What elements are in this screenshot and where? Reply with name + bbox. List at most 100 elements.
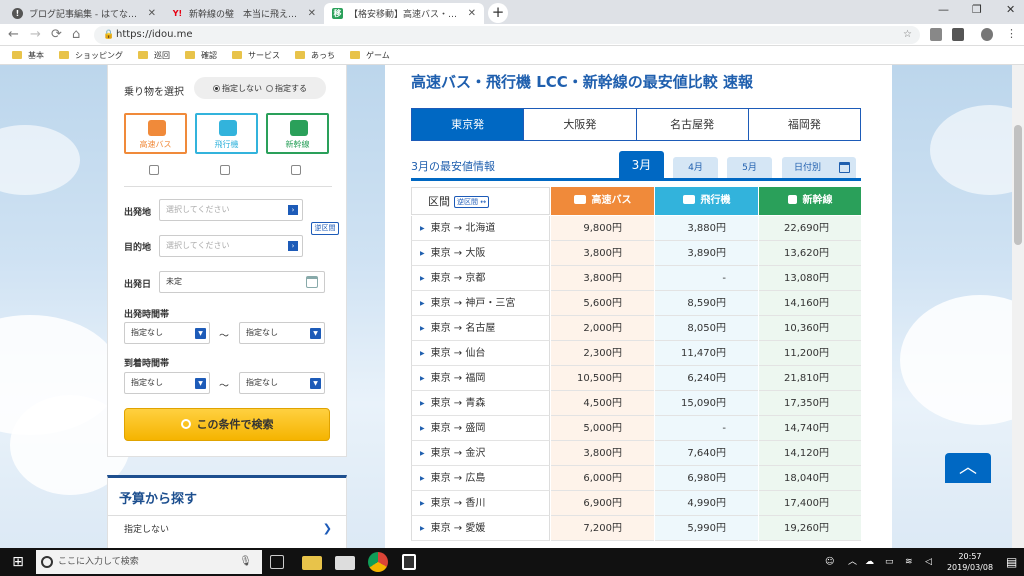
table-row[interactable]: 東京 → 仙台2,300円11,470円11,200円: [411, 341, 861, 366]
tab-osaka[interactable]: 大阪発: [523, 109, 636, 140]
bookmark-star-icon[interactable]: ☆: [903, 26, 912, 44]
tab-title: ブログ記事編集 - はてなブログ: [29, 10, 144, 20]
table-row[interactable]: 東京 → 青森4,500円15,090円17,350円: [411, 391, 861, 416]
table-row[interactable]: 東京 → 香川6,900円4,990円17,400円: [411, 491, 861, 516]
extension-icon[interactable]: [930, 28, 942, 41]
wifi-icon[interactable]: ≋: [905, 548, 913, 576]
table-row[interactable]: 東京 → 広島6,000円6,980円18,040円: [411, 466, 861, 491]
bookmark-folder[interactable]: ゲーム: [350, 50, 390, 61]
airplane-icon: [219, 120, 237, 136]
bookmark-folder[interactable]: 基本: [12, 50, 44, 61]
home-icon[interactable]: ⌂: [72, 27, 80, 42]
microphone-icon[interactable]: 🎙: [239, 550, 252, 574]
chevron-up-icon[interactable]: ︿: [848, 548, 857, 576]
tab-month-march[interactable]: 3月: [619, 151, 664, 179]
bookmark-folder[interactable]: 確認: [185, 50, 217, 61]
browser-tab-idou[interactable]: 移 【格安移動】高速バス・飛行機・LCC・新幹線 ✕: [324, 3, 484, 24]
new-tab-button[interactable]: +: [488, 3, 508, 23]
table-row[interactable]: 東京 → 福岡10,500円6,240円21,810円: [411, 366, 861, 391]
swap-route-button[interactable]: 逆区間: [311, 222, 339, 235]
shinkansen-price-cell: 19,260円: [759, 516, 861, 541]
shinkansen-price-cell: 13,620円: [759, 241, 861, 266]
windows-start-icon[interactable]: ⊞: [0, 548, 36, 576]
bookmark-folder[interactable]: サービス: [232, 50, 280, 61]
yahoo-icon: Y!: [172, 9, 183, 18]
table-row[interactable]: 東京 → 金沢3,800円7,640円14,120円: [411, 441, 861, 466]
menu-kebab-icon[interactable]: ⋮: [1006, 27, 1017, 40]
search-button[interactable]: この条件で検索: [124, 408, 330, 441]
tab-by-date[interactable]: 日付別: [782, 157, 856, 179]
tab-nagoya[interactable]: 名古屋発: [635, 109, 748, 140]
battery-icon[interactable]: ▭: [885, 548, 894, 576]
depart-time-from-select[interactable]: 指定なし ▼: [124, 322, 210, 344]
scroll-to-top-button[interactable]: ︿: [945, 453, 991, 483]
file-explorer-icon[interactable]: [302, 556, 322, 570]
close-icon[interactable]: ✕: [308, 8, 316, 19]
scrollbar-thumb[interactable]: [1014, 125, 1022, 245]
window-close-icon[interactable]: ✕: [1006, 3, 1015, 16]
taskbar-search[interactable]: ここに入力して検索 🎙: [36, 550, 262, 574]
tab-month-may[interactable]: 5月: [727, 157, 772, 179]
tab-tokyo[interactable]: 東京発: [412, 109, 524, 140]
table-row[interactable]: 東京 → 京都3,800円-13,080円: [411, 266, 861, 291]
close-icon[interactable]: ✕: [148, 8, 156, 19]
back-icon[interactable]: ←: [8, 27, 19, 42]
depart-time-to-select[interactable]: 指定なし ▼: [239, 322, 325, 344]
page-scrollbar[interactable]: [1012, 65, 1024, 548]
bus-price-cell: 9,800円: [551, 216, 654, 241]
minimize-icon[interactable]: —: [938, 3, 949, 16]
task-view-icon[interactable]: [270, 555, 284, 569]
cloud-icon[interactable]: ☁: [865, 548, 874, 576]
forward-icon[interactable]: →: [30, 27, 41, 42]
mode-bus[interactable]: 高速バス: [124, 113, 187, 154]
bookmark-folder[interactable]: ショッピング: [59, 50, 123, 61]
profile-avatar[interactable]: [981, 28, 993, 41]
table-row[interactable]: 東京 → 愛媛7,200円5,990円19,260円: [411, 516, 861, 541]
reload-icon[interactable]: ⟳: [51, 27, 62, 42]
budget-option[interactable]: 指定しない: [124, 522, 169, 535]
mode-plane[interactable]: 飛行機: [195, 113, 258, 154]
mode-shinkansen[interactable]: 新幹線: [266, 113, 329, 154]
radio-unspecified[interactable]: [213, 84, 220, 92]
bus-checkbox[interactable]: [149, 165, 159, 175]
tab-fukuoka[interactable]: 福岡発: [747, 109, 860, 140]
bookmark-folder[interactable]: あっち: [295, 50, 335, 61]
bookmark-label: 基本: [28, 50, 44, 60]
plane-checkbox[interactable]: [220, 165, 230, 175]
route-cell: 東京 → 香川: [411, 491, 550, 516]
arrive-time-to-select[interactable]: 指定なし ▼: [239, 372, 325, 394]
close-icon[interactable]: ✕: [468, 8, 476, 19]
chevron-right-icon[interactable]: ❯: [323, 522, 332, 535]
table-row[interactable]: 東京 → 名古屋2,000円8,050円10,360円: [411, 316, 861, 341]
shield-icon[interactable]: [402, 554, 416, 570]
address-bar[interactable]: 🔒 https://idou.me ☆: [94, 26, 920, 44]
date-input[interactable]: 未定: [159, 271, 325, 293]
volume-icon[interactable]: ◁: [925, 548, 932, 576]
clock-date: 2019/03/08: [946, 563, 994, 572]
taskbar-clock[interactable]: 20:57 2019/03/08: [940, 551, 1000, 573]
calendar-icon[interactable]: [306, 276, 318, 288]
table-row[interactable]: 東京 → 大阪3,800円3,890円13,620円: [411, 241, 861, 266]
chrome-icon[interactable]: [368, 552, 388, 572]
shinkansen-price-cell: 17,400円: [759, 491, 861, 516]
tab-month-april[interactable]: 4月: [673, 157, 718, 179]
table-row[interactable]: 東京 → 北海道9,800円3,880円22,690円: [411, 216, 861, 241]
dest-select[interactable]: 選択してください ›: [159, 235, 303, 257]
browser-tab-yahoo[interactable]: Y! 新幹線の璧 本当に飛えなければいけない ✕: [164, 3, 324, 24]
arrive-time-from-select[interactable]: 指定なし ▼: [124, 372, 210, 394]
reverse-route-button[interactable]: 逆区間 ↔: [454, 196, 490, 208]
download-icon[interactable]: [952, 28, 964, 41]
bookmark-folder[interactable]: 巡回: [138, 50, 170, 61]
browser-tab-hatena[interactable]: ! ブログ記事編集 - はてなブログ ✕: [4, 3, 164, 24]
shinkansen-checkbox[interactable]: [291, 165, 301, 175]
table-row[interactable]: 東京 → 盛岡5,000円-14,740円: [411, 416, 861, 441]
maximize-icon[interactable]: ❐: [972, 3, 982, 16]
origin-select[interactable]: 選択してください ›: [159, 199, 303, 221]
route-cell: 東京 → 愛媛: [411, 516, 550, 541]
table-row[interactable]: 東京 → 神戸・三宮5,600円8,590円14,160円: [411, 291, 861, 316]
people-icon[interactable]: ☺: [825, 548, 834, 576]
radio-specify[interactable]: [266, 84, 273, 92]
notification-icon[interactable]: ▤: [1006, 548, 1017, 576]
tab-title: 【格安移動】高速バス・飛行機・LCC・新幹線: [349, 10, 464, 20]
mail-icon[interactable]: [335, 556, 355, 570]
